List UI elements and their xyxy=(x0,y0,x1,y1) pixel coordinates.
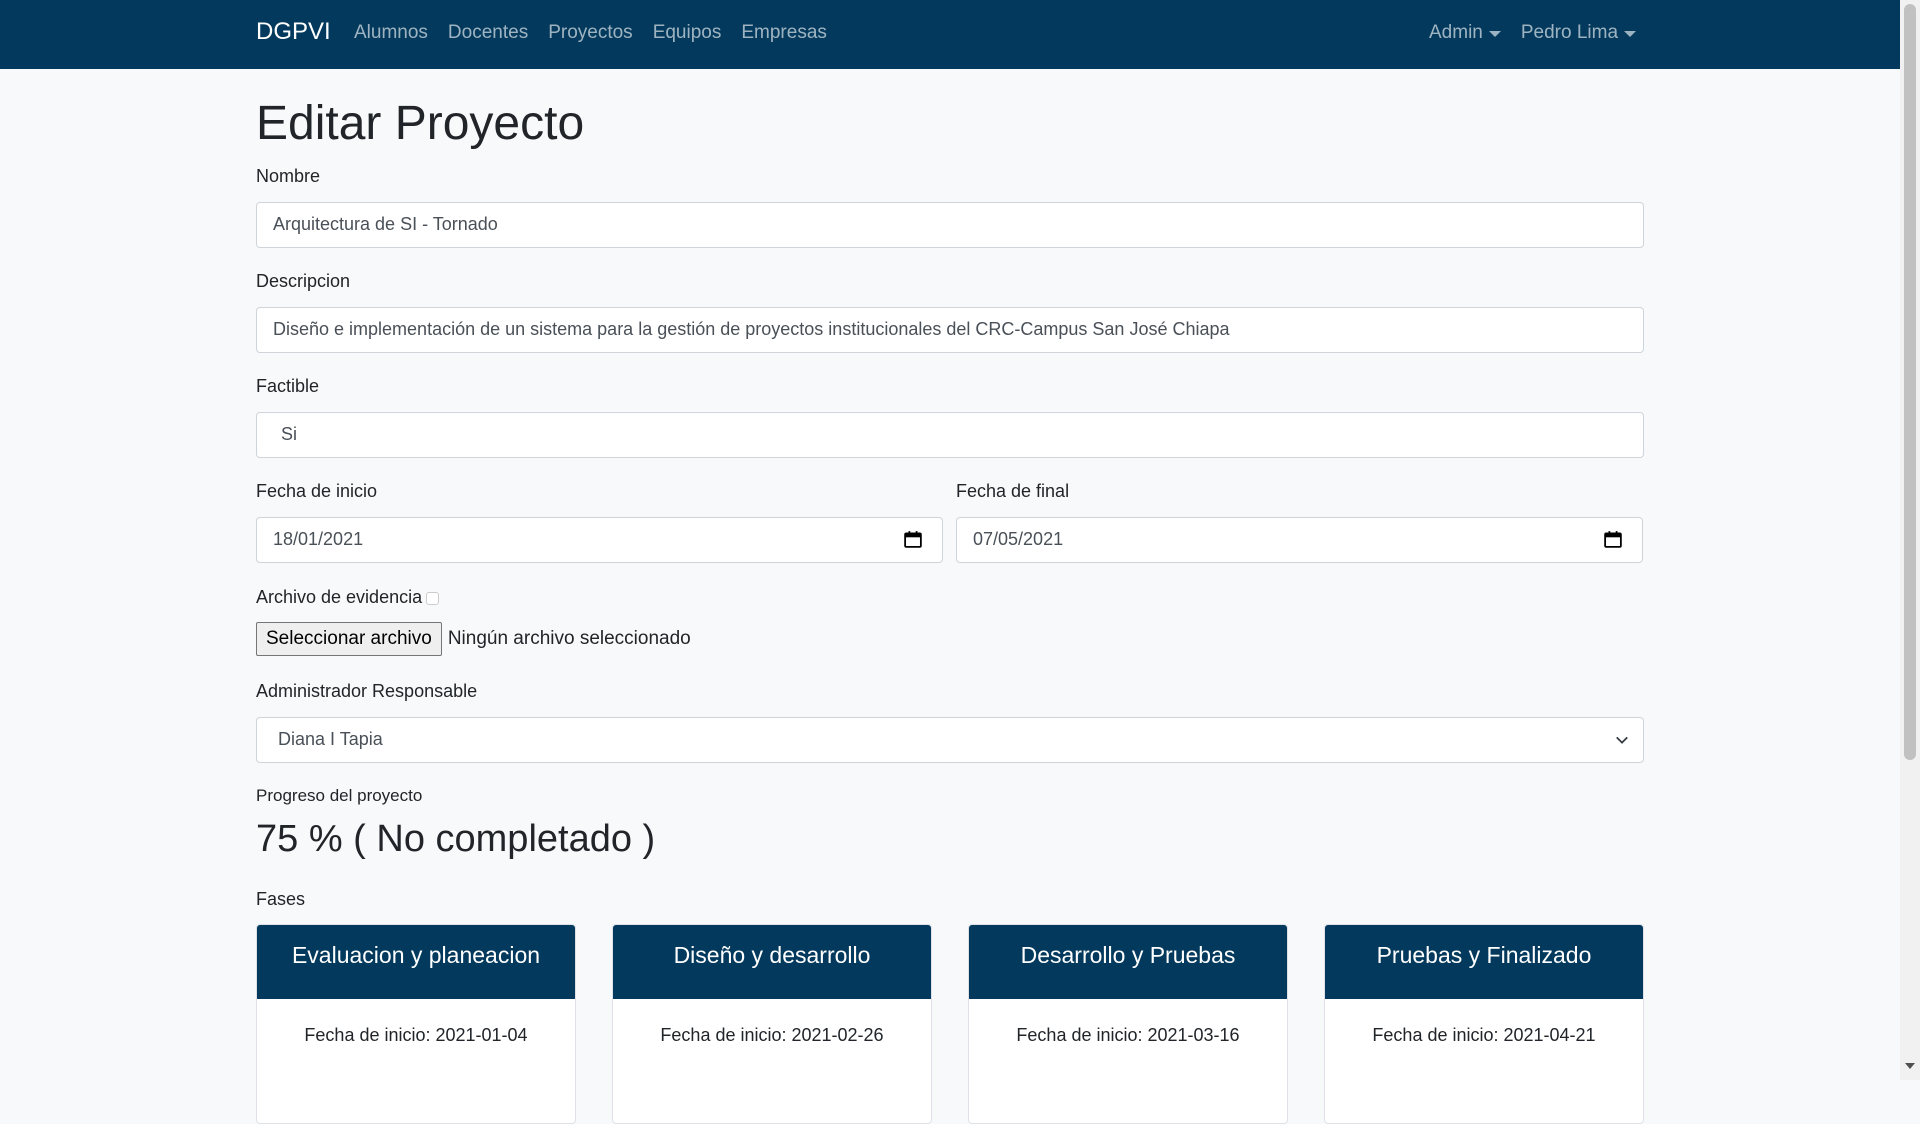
user-dropdown-label: Pedro Lima xyxy=(1520,22,1619,43)
phase-title: Desarrollo y Pruebas xyxy=(969,925,1287,999)
nav-link-proyectos[interactable]: Proyectos xyxy=(548,22,632,44)
phase-card: Evaluacion y planeacion Fecha de inicio:… xyxy=(256,924,576,1124)
nav-link-equipos[interactable]: Equipos xyxy=(653,22,722,44)
phase-card: Diseño y desarrollo Fecha de inicio: 202… xyxy=(612,924,932,1124)
top-navbar: DGPVI Alumnos Docentes Proyectos Equipos… xyxy=(0,0,1900,69)
chevron-down-icon xyxy=(1616,736,1628,744)
archivo-label: Archivo de evidencia xyxy=(256,587,440,608)
caret-down-icon xyxy=(1488,31,1501,37)
nombre-input[interactable]: Arquitectura de SI - Tornado xyxy=(256,202,1644,248)
calendar-icon[interactable] xyxy=(1604,530,1622,548)
admin-select[interactable]: Diana I Tapia xyxy=(256,717,1644,763)
progress-value: 75 % ( No completado ) xyxy=(256,818,656,860)
fecha-final-label: Fecha de final xyxy=(956,481,1070,501)
progreso-label: Progreso del proyecto xyxy=(256,786,423,805)
phase-cards: Evaluacion y planeacion Fecha de inicio:… xyxy=(256,924,1644,1124)
phase-start-date: Fecha de inicio: 2021-04-21 xyxy=(1372,1025,1596,1045)
phase-title: Evaluacion y planeacion xyxy=(257,925,575,999)
fases-label: Fases xyxy=(256,889,306,909)
nav-links: Alumnos Docentes Proyectos Equipos Empre… xyxy=(354,22,827,44)
nav-link-empresas[interactable]: Empresas xyxy=(741,22,827,44)
calendar-icon[interactable] xyxy=(904,530,922,548)
scrollbar-thumb[interactable] xyxy=(1904,4,1916,760)
phase-title: Pruebas y Finalizado xyxy=(1325,925,1643,999)
page-title: Editar Proyecto xyxy=(256,97,585,150)
brand-link[interactable]: DGPVI xyxy=(256,18,331,46)
fecha-inicio-label: Fecha de inicio xyxy=(256,481,378,501)
file-picker: Seleccionar archivo Ningún archivo selec… xyxy=(256,622,691,656)
admin-label: Administrador Responsable xyxy=(256,681,478,701)
nav-link-docentes[interactable]: Docentes xyxy=(448,22,528,44)
fecha-final-value: 07/05/2021 xyxy=(973,529,1064,549)
descripcion-label: Descripcion xyxy=(256,271,351,291)
fecha-inicio-value: 18/01/2021 xyxy=(273,529,364,549)
admin-dropdown-label: Admin xyxy=(1429,22,1483,43)
nombre-label: Nombre xyxy=(256,166,321,186)
phase-card: Desarrollo y Pruebas Fecha de inicio: 20… xyxy=(968,924,1288,1124)
fecha-final-input[interactable]: 07/05/2021 xyxy=(956,517,1643,563)
phase-card: Pruebas y Finalizado Fecha de inicio: 20… xyxy=(1324,924,1644,1124)
admin-dropdown[interactable]: Admin xyxy=(1429,22,1501,44)
nav-link-alumnos[interactable]: Alumnos xyxy=(354,22,428,44)
evidence-checkbox[interactable] xyxy=(426,591,440,605)
select-file-button[interactable]: Seleccionar archivo xyxy=(256,622,442,656)
user-dropdown[interactable]: Pedro Lima xyxy=(1520,22,1637,44)
phase-start-date: Fecha de inicio: 2021-03-16 xyxy=(1016,1025,1240,1045)
page-scrollbar[interactable] xyxy=(1900,0,1920,1080)
phase-start-date: Fecha de inicio: 2021-02-26 xyxy=(660,1025,884,1045)
admin-select-value: Diana I Tapia xyxy=(278,729,383,749)
factible-input[interactable]: Si xyxy=(256,412,1644,458)
descripcion-input[interactable]: Diseño e implementación de un sistema pa… xyxy=(256,307,1644,353)
factible-label: Factible xyxy=(256,376,320,396)
nav-right-menus: Admin Pedro Lima xyxy=(1429,22,1637,44)
scroll-down-arrow-icon[interactable] xyxy=(1905,1063,1915,1069)
phase-title: Diseño y desarrollo xyxy=(613,925,931,999)
archivo-label-text: Archivo de evidencia xyxy=(256,587,423,607)
caret-down-icon xyxy=(1624,31,1637,37)
file-status: Ningún archivo seleccionado xyxy=(447,628,691,649)
phase-start-date: Fecha de inicio: 2021-01-04 xyxy=(304,1025,528,1045)
fecha-inicio-input[interactable]: 18/01/2021 xyxy=(256,517,943,563)
